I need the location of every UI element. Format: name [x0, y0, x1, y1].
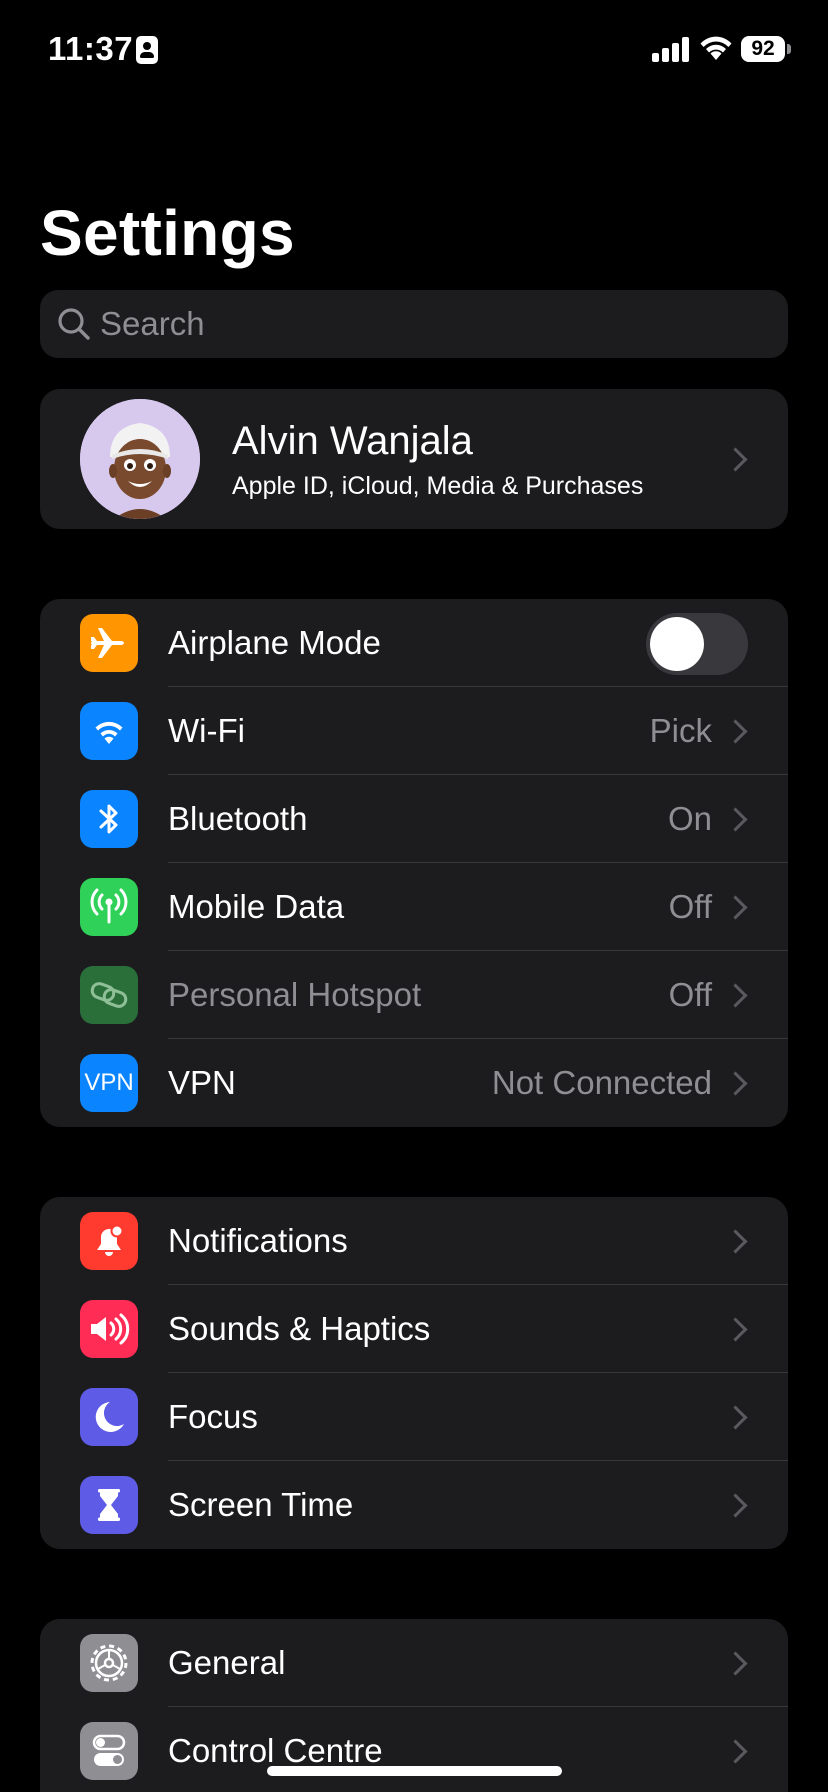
gear-icon — [80, 1634, 138, 1692]
status-time: 11:37 — [48, 30, 134, 67]
vpn-icon: VPN — [80, 1054, 138, 1112]
wifi-row[interactable]: Wi-Fi Pick — [40, 687, 788, 775]
bluetooth-value: On — [667, 800, 712, 837]
chevron-right-icon — [723, 1229, 748, 1254]
wifi-value: Pick — [649, 712, 712, 749]
general-label: General — [168, 1644, 286, 1681]
moon-icon — [80, 1388, 138, 1446]
mobile-data-label: Mobile Data — [168, 888, 345, 925]
chevron-right-icon — [723, 807, 748, 832]
chevron-right-icon — [723, 1071, 748, 1096]
control-centre-label: Control Centre — [168, 1732, 383, 1769]
bluetooth-label: Bluetooth — [168, 800, 308, 837]
screen-time-row[interactable]: Screen Time — [40, 1461, 788, 1549]
wifi-icon — [80, 702, 138, 760]
airplane-mode-row[interactable]: Airplane Mode — [40, 599, 788, 687]
contact-card-icon — [136, 36, 158, 64]
toggle-knob — [650, 617, 704, 671]
connectivity-group: Airplane Mode Wi-Fi Pick Bluetooth On Mo… — [40, 599, 788, 1127]
home-indicator[interactable] — [267, 1766, 562, 1776]
sounds-haptics-label: Sounds & Haptics — [168, 1310, 431, 1347]
personal-hotspot-value: Off — [668, 976, 712, 1013]
profile-name: Alvin Wanjala — [232, 419, 473, 463]
mobile-data-value: Off — [668, 888, 712, 925]
personal-hotspot-row[interactable]: Personal Hotspot Off — [40, 951, 788, 1039]
bell-icon — [80, 1212, 138, 1270]
battery-nub — [787, 44, 791, 54]
sounds-haptics-row[interactable]: Sounds & Haptics — [40, 1285, 788, 1373]
chevron-right-icon — [723, 1317, 748, 1342]
chevron-right-icon — [723, 983, 748, 1008]
memoji-icon — [80, 399, 200, 519]
airplane-mode-toggle[interactable] — [646, 613, 748, 675]
chevron-right-icon — [723, 719, 748, 744]
status-bar: 11:37 92 — [0, 0, 828, 100]
focus-label: Focus — [168, 1398, 258, 1435]
chevron-right-icon — [723, 895, 748, 920]
vpn-row[interactable]: VPN VPN Not Connected — [40, 1039, 788, 1127]
chevron-right-icon — [723, 1739, 748, 1764]
personal-hotspot-label: Personal Hotspot — [168, 976, 422, 1013]
toggles-icon — [80, 1722, 138, 1780]
airplane-icon — [80, 614, 138, 672]
apple-id-card[interactable]: Alvin Wanjala Apple ID, iCloud, Media & … — [40, 389, 788, 529]
battery-level: 92 — [751, 37, 775, 60]
notifications-row[interactable]: Notifications — [40, 1197, 788, 1285]
control-centre-row[interactable]: Control Centre — [40, 1707, 788, 1792]
search-field[interactable] — [40, 290, 788, 358]
search-input[interactable] — [100, 290, 760, 358]
notifications-label: Notifications — [168, 1222, 348, 1259]
wifi-label: Wi-Fi — [168, 712, 245, 749]
bluetooth-icon — [80, 790, 138, 848]
speaker-icon — [80, 1300, 138, 1358]
hourglass-icon — [80, 1476, 138, 1534]
avatar — [80, 399, 200, 519]
page-title: Settings — [40, 197, 295, 269]
antenna-icon — [80, 878, 138, 936]
mobile-data-row[interactable]: Mobile Data Off — [40, 863, 788, 951]
hotspot-icon — [80, 966, 138, 1024]
airplane-mode-label: Airplane Mode — [168, 624, 381, 661]
vpn-value: Not Connected — [491, 1064, 712, 1101]
vpn-icon-label: VPN — [84, 1069, 134, 1096]
chevron-right-icon — [723, 1493, 748, 1518]
cellular-signal-icon — [652, 36, 690, 62]
wifi-status-icon — [700, 36, 732, 60]
chevron-right-icon — [723, 447, 748, 472]
chevron-right-icon — [723, 1405, 748, 1430]
notifications-group: Notifications Sounds & Haptics Focus Scr… — [40, 1197, 788, 1549]
general-row[interactable]: General — [40, 1619, 788, 1707]
screen-time-label: Screen Time — [168, 1486, 354, 1523]
battery-icon: 92 — [741, 36, 785, 62]
bluetooth-row[interactable]: Bluetooth On — [40, 775, 788, 863]
focus-row[interactable]: Focus — [40, 1373, 788, 1461]
profile-subtitle: Apple ID, iCloud, Media & Purchases — [232, 472, 644, 500]
chevron-right-icon — [723, 1651, 748, 1676]
search-icon — [58, 308, 90, 340]
vpn-label: VPN — [168, 1064, 236, 1101]
